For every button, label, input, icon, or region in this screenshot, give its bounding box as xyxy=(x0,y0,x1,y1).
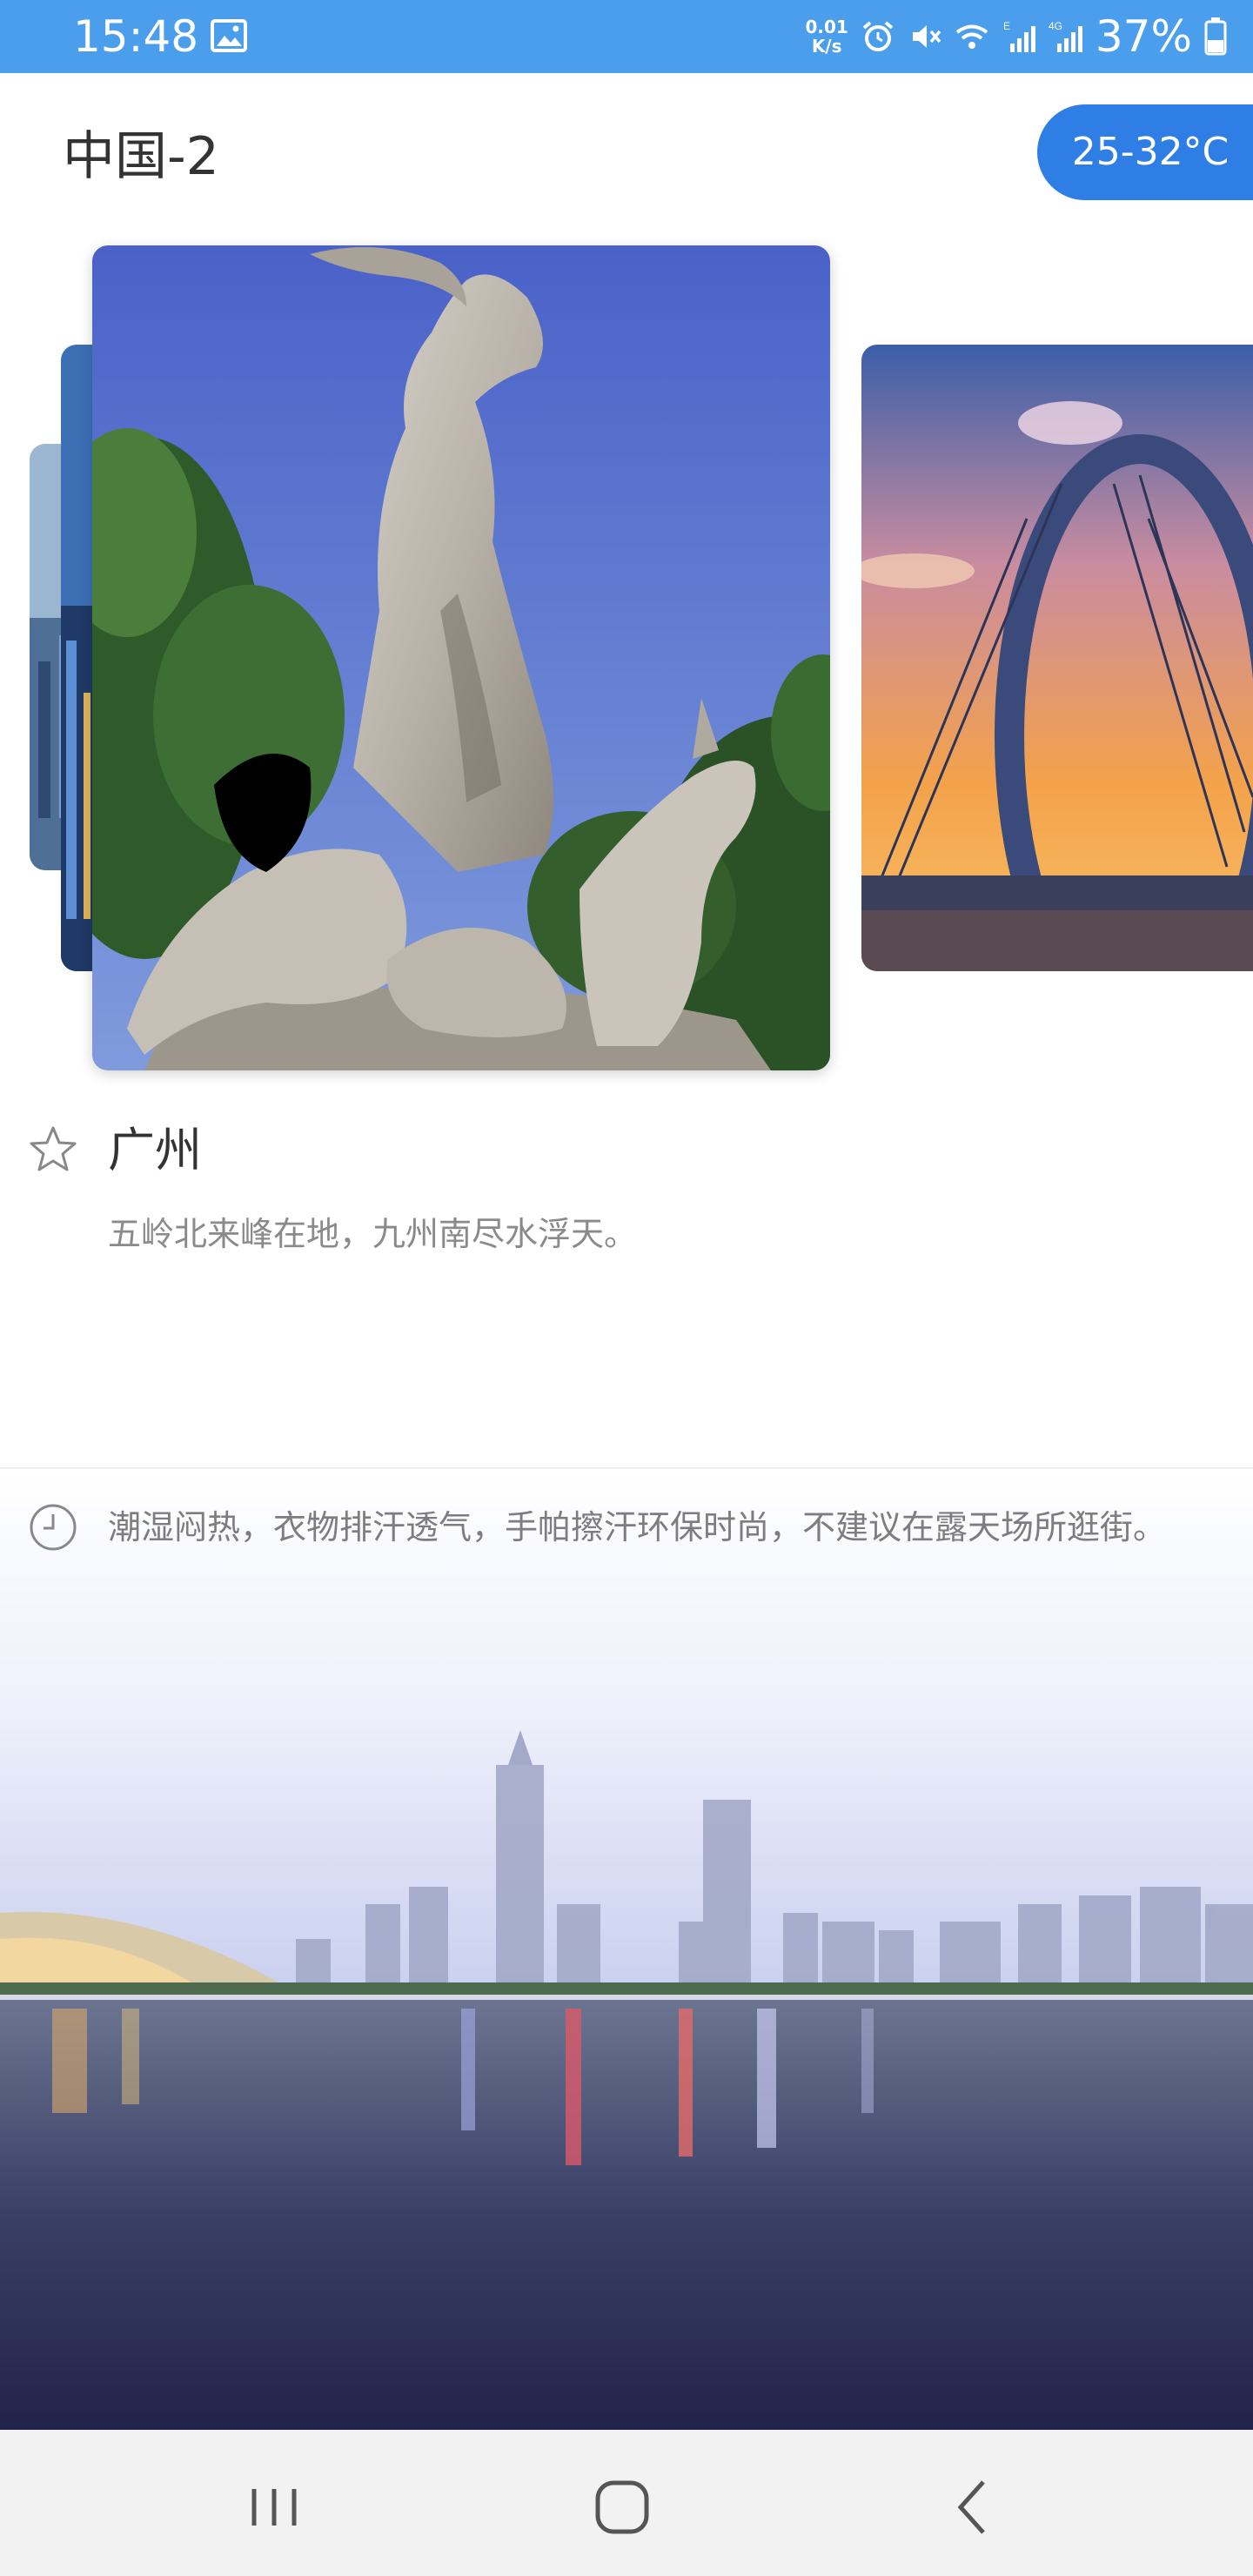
svg-text:4G: 4G xyxy=(1049,20,1062,32)
temperature-badge[interactable]: 25-32°C xyxy=(1037,104,1253,200)
back-icon[interactable] xyxy=(935,2468,1013,2546)
home-icon[interactable] xyxy=(583,2468,661,2546)
status-time: 15:48 xyxy=(73,11,199,62)
bridge-sunset-photo xyxy=(861,345,1253,971)
signal-e-icon: E xyxy=(1003,20,1035,52)
city-skyline-background xyxy=(0,1469,1253,2430)
net-speed-value: 0.01 xyxy=(805,17,848,37)
city-description: 五岭北来峰在地，九州南尽水浮天。 xyxy=(108,1215,638,1253)
image-icon xyxy=(211,19,247,52)
wifi-icon xyxy=(955,24,988,49)
alarm-icon xyxy=(862,21,894,51)
battery-percent: 37% xyxy=(1095,11,1192,62)
city-name: 广州 xyxy=(108,1123,202,1177)
five-goats-statue-photo xyxy=(92,245,830,1070)
carousel-card-guangzhou[interactable] xyxy=(92,245,830,1070)
carousel-card-next[interactable] xyxy=(861,345,1253,971)
system-nav-bar xyxy=(0,2430,1253,2576)
status-bar: 15:48 0.01 K/s E 4G 37% xyxy=(0,0,1253,73)
mute-icon xyxy=(912,25,941,48)
clock-icon xyxy=(30,1504,77,1551)
svg-text:E: E xyxy=(1003,20,1010,32)
recents-icon[interactable] xyxy=(235,2468,313,2546)
battery-icon xyxy=(1204,17,1227,56)
page-title: 中国-2 xyxy=(63,126,219,187)
favorite-star-icon[interactable] xyxy=(28,1124,78,1175)
net-speed-unit: K/s xyxy=(811,36,842,57)
signal-4g-icon: 4G xyxy=(1049,20,1082,52)
net-speed: 0.01 K/s xyxy=(806,17,848,56)
weather-tip: 潮湿闷热，衣物排汗透气，手帕擦汗环保时尚，不建议在露天场所逛街。 xyxy=(108,1508,1167,1546)
